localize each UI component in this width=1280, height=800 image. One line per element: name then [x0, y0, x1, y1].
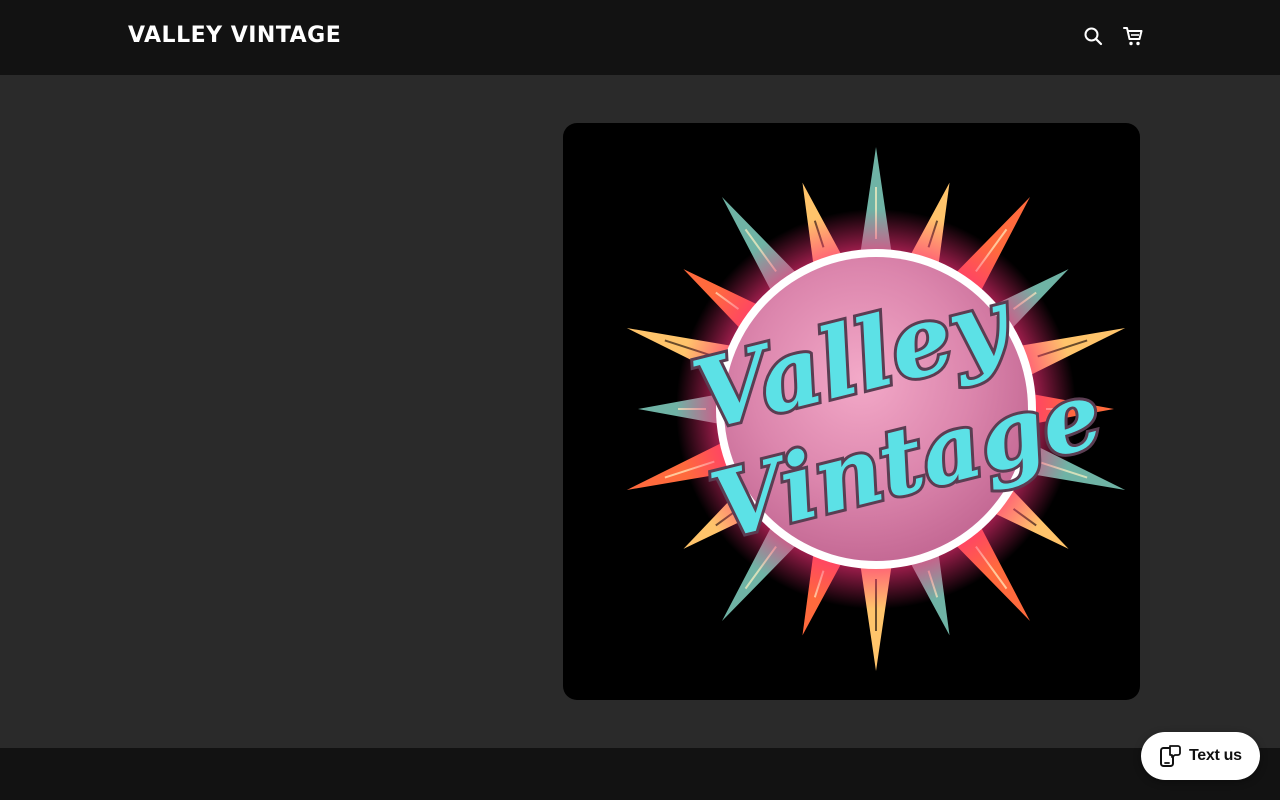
site-header: Valley Vintage: [0, 0, 1280, 75]
valley-vintage-logo: Valley Vintage: [563, 123, 1140, 700]
text-us-button[interactable]: Text us: [1141, 732, 1260, 780]
site-footer: [0, 748, 1280, 800]
search-button[interactable]: [1081, 24, 1105, 48]
search-icon: [1084, 27, 1103, 46]
cart-icon: [1123, 27, 1143, 46]
logo-artwork: Valley Vintage: [626, 147, 1126, 671]
cart-button[interactable]: [1121, 24, 1145, 48]
site-title-link[interactable]: Valley Vintage: [128, 22, 341, 50]
chat-phone-icon: [1160, 745, 1181, 767]
text-us-label: Text us: [1189, 747, 1242, 764]
